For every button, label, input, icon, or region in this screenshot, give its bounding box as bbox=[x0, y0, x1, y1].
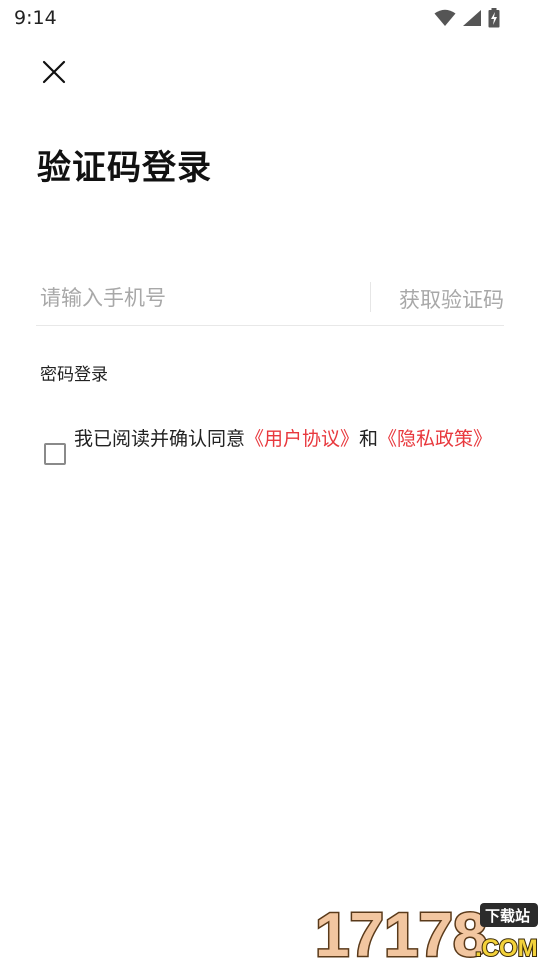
phone-input[interactable] bbox=[40, 278, 360, 318]
privacy-policy-link[interactable]: 《隐私政策》 bbox=[378, 428, 492, 450]
close-icon bbox=[42, 60, 66, 84]
status-time: 9:14 bbox=[14, 7, 57, 29]
agreement-checkbox[interactable] bbox=[44, 443, 66, 465]
watermark-tag: 下载站 bbox=[485, 907, 530, 925]
watermark-suffix: .COM bbox=[475, 935, 538, 960]
get-code-button[interactable]: 获取验证码 bbox=[399, 284, 504, 314]
input-divider bbox=[370, 282, 371, 312]
password-login-link[interactable]: 密码登录 bbox=[40, 360, 108, 385]
agreement-text: 我已阅读并确认同意《用户协议》和《隐私政策》 bbox=[74, 426, 494, 452]
page-title: 验证码登录 bbox=[37, 148, 212, 188]
watermark-digits: 17178 bbox=[315, 901, 487, 960]
site-watermark-logo: 17178 下载站 .COM bbox=[315, 900, 539, 960]
battery-charging-icon bbox=[488, 8, 500, 28]
status-bar: 9:14 bbox=[0, 0, 540, 36]
wifi-icon bbox=[434, 9, 456, 26]
phone-form-row: 获取验证码 bbox=[36, 270, 504, 326]
agreement-and: 和 bbox=[359, 428, 379, 450]
agreement-prefix: 我已阅读并确认同意 bbox=[74, 428, 246, 450]
status-icons bbox=[434, 8, 500, 28]
close-button[interactable] bbox=[38, 56, 70, 88]
user-agreement-link[interactable]: 《用户协议》 bbox=[245, 428, 359, 450]
signal-icon bbox=[463, 10, 481, 26]
